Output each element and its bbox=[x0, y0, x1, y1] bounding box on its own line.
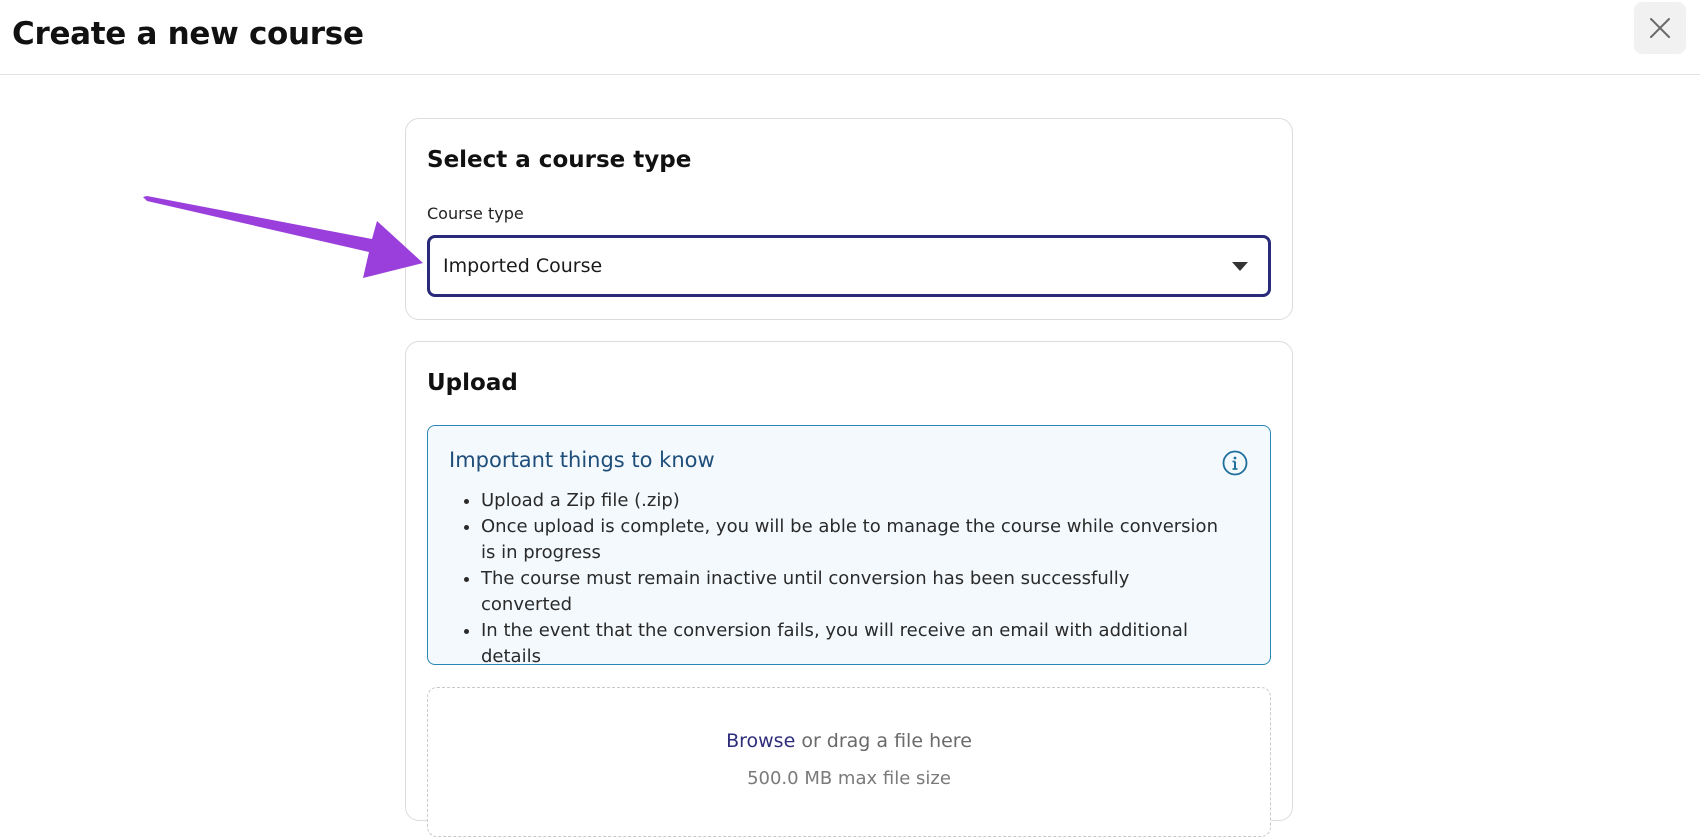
max-file-size: 500.0 MB max file size bbox=[747, 768, 951, 789]
close-button[interactable] bbox=[1634, 2, 1686, 54]
close-icon bbox=[1650, 18, 1670, 38]
course-type-select[interactable]: Imported Course bbox=[427, 235, 1271, 297]
modal-header: Create a new course bbox=[0, 0, 1700, 75]
info-panel: Important things to know Upload a Zip fi… bbox=[427, 425, 1271, 667]
file-dropzone[interactable]: Browse or drag a file here 500.0 MB max … bbox=[427, 687, 1271, 837]
drop-instructions: Browse or drag a file here bbox=[428, 730, 1270, 752]
upload-card: Upload Important things to know Upload a… bbox=[405, 341, 1293, 837]
info-list: Upload a Zip file (.zip) Once upload is … bbox=[459, 488, 1221, 670]
drag-text: or drag a file here bbox=[795, 730, 972, 752]
annotation-arrow-shape bbox=[143, 196, 423, 278]
upload-heading: Upload bbox=[427, 370, 518, 396]
caret-down-icon bbox=[1232, 262, 1248, 271]
info-list-item: Upload a Zip file (.zip) bbox=[481, 488, 1221, 514]
page-title: Create a new course bbox=[12, 16, 364, 52]
info-list-item: Once upload is complete, you will be abl… bbox=[481, 514, 1221, 566]
info-list-item: The course must remain inactive until co… bbox=[481, 566, 1221, 618]
course-type-heading: Select a course type bbox=[427, 147, 692, 173]
course-type-label: Course type bbox=[427, 204, 524, 223]
info-list-item: In the event that the conversion fails, … bbox=[481, 618, 1221, 670]
info-title: Important things to know bbox=[449, 448, 715, 472]
course-type-selected-value: Imported Course bbox=[443, 255, 603, 277]
info-icon bbox=[1222, 450, 1248, 476]
browse-link[interactable]: Browse bbox=[726, 730, 795, 752]
course-type-card: Select a course type Course type Importe… bbox=[405, 118, 1293, 320]
